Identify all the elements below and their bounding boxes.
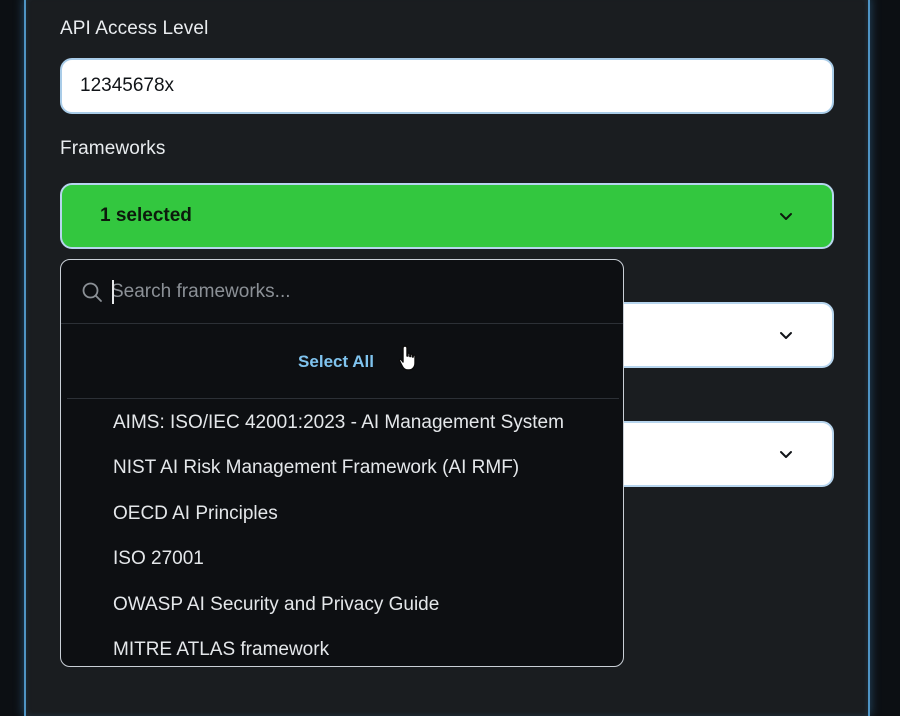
page: API Access Level 12345678x Frameworks 1 … xyxy=(0,0,900,716)
dropdown-search-row xyxy=(61,260,623,324)
frameworks-select-value: 1 selected xyxy=(100,205,192,226)
api-access-value: 12345678x xyxy=(80,75,175,96)
frameworks-select[interactable]: 1 selected xyxy=(60,183,834,249)
text-caret xyxy=(112,280,114,304)
framework-option[interactable]: MITRE ATLAS framework xyxy=(113,635,613,665)
chevron-down-icon xyxy=(780,451,792,458)
chevron-down-icon xyxy=(780,213,792,220)
frameworks-label: Frameworks xyxy=(60,138,166,159)
frameworks-dropdown: Select All AIMS: ISO/IEC 42001:2023 - AI… xyxy=(60,259,624,667)
select-all-button[interactable]: Select All xyxy=(298,352,374,372)
chevron-down-icon xyxy=(780,332,792,339)
api-access-field[interactable]: 12345678x xyxy=(60,58,834,114)
framework-option[interactable]: NIST AI Risk Management Framework (AI RM… xyxy=(113,453,613,483)
framework-option[interactable]: OWASP AI Security and Privacy Guide xyxy=(113,590,613,620)
framework-option[interactable]: ISO 27001 xyxy=(113,544,613,574)
search-icon xyxy=(82,282,102,302)
framework-option[interactable]: AIMS: ISO/IEC 42001:2023 - AI Management… xyxy=(113,408,613,438)
framework-search-input[interactable] xyxy=(111,272,591,312)
api-access-label: API Access Level xyxy=(60,18,209,39)
hand-pointer-icon xyxy=(398,345,416,371)
framework-option[interactable]: OECD AI Principles xyxy=(113,499,613,529)
select-all-row: Select All xyxy=(67,325,619,399)
